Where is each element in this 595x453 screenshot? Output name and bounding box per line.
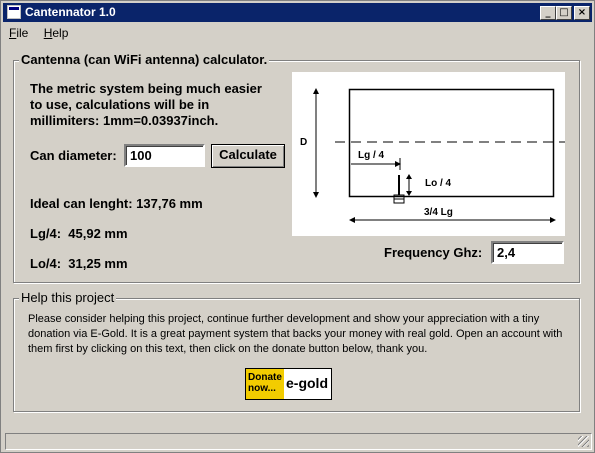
frequency-label: Frequency Ghz: xyxy=(384,245,483,260)
window-title: Cantennator 1.0 xyxy=(25,5,116,19)
status-bar xyxy=(5,433,592,450)
intro-line-1: The metric system being much easier xyxy=(30,81,262,96)
title-bar[interactable]: Cantennator 1.0 _ □ × xyxy=(3,3,592,22)
menu-bar: File Help xyxy=(5,25,76,41)
donate-button[interactable]: Donate now... e-gold xyxy=(245,368,332,400)
lg34-arrow-left xyxy=(349,217,355,223)
app-icon[interactable] xyxy=(7,5,21,19)
can-outline xyxy=(348,88,555,198)
diagram-label-lg4: Lg / 4 xyxy=(358,150,385,161)
close-button[interactable]: × xyxy=(574,6,590,20)
help-project-text[interactable]: Please consider helping this project, co… xyxy=(28,312,568,357)
lo4-arrow-top xyxy=(406,174,412,179)
main-window: Cantennator 1.0 _ □ × File Help Cantenna… xyxy=(0,0,595,453)
menu-help[interactable]: Help xyxy=(40,25,69,41)
lo4-result: Lo/4: 31,25 mm xyxy=(30,256,128,271)
intro-line-2: to use, calculations will be in xyxy=(30,97,210,112)
donate-badge: Donate now... xyxy=(246,369,284,399)
diagram-label-d: D xyxy=(300,137,308,148)
lg34-arrow-right xyxy=(550,217,556,223)
frequency-input[interactable]: 2,4 xyxy=(491,241,564,264)
can-diameter-label: Can diameter: xyxy=(30,148,117,163)
intro-line-3: millimiters: 1mm=0.03937inch. xyxy=(30,113,219,128)
calculator-group-title: Cantenna (can WiFi antenna) calculator. xyxy=(19,52,270,68)
menu-file[interactable]: File xyxy=(5,25,28,41)
donate-line-2: now... xyxy=(248,383,276,394)
close-icon: × xyxy=(577,7,587,18)
d-arrow-bottom xyxy=(313,192,319,198)
d-arrow-top xyxy=(313,88,319,94)
egold-logo-text: e-gold xyxy=(286,375,328,391)
diagram-label-lo4: Lo / 4 xyxy=(425,178,452,189)
minimize-icon: _ xyxy=(545,7,551,18)
lo4-arrow-bottom xyxy=(406,191,412,196)
diagram-label-34lg: 3/4 Lg xyxy=(424,207,453,218)
maximize-icon: □ xyxy=(559,7,569,18)
can-diameter-input[interactable]: 100 xyxy=(124,144,205,167)
calculate-button[interactable]: Calculate xyxy=(211,144,285,168)
ideal-can-length: Ideal can lenght: 137,76 mm xyxy=(30,196,203,211)
resize-grip-icon[interactable] xyxy=(578,436,589,447)
minimize-button[interactable]: _ xyxy=(540,6,556,20)
maximize-button[interactable]: □ xyxy=(556,6,572,20)
help-project-title: Help this project xyxy=(19,290,117,306)
lg4-result: Lg/4: 45,92 mm xyxy=(30,226,128,241)
cantenna-diagram: D Lg / 4 Lo / 4 3/4 Lg xyxy=(292,72,565,236)
donate-line-1: Donate xyxy=(248,372,282,383)
